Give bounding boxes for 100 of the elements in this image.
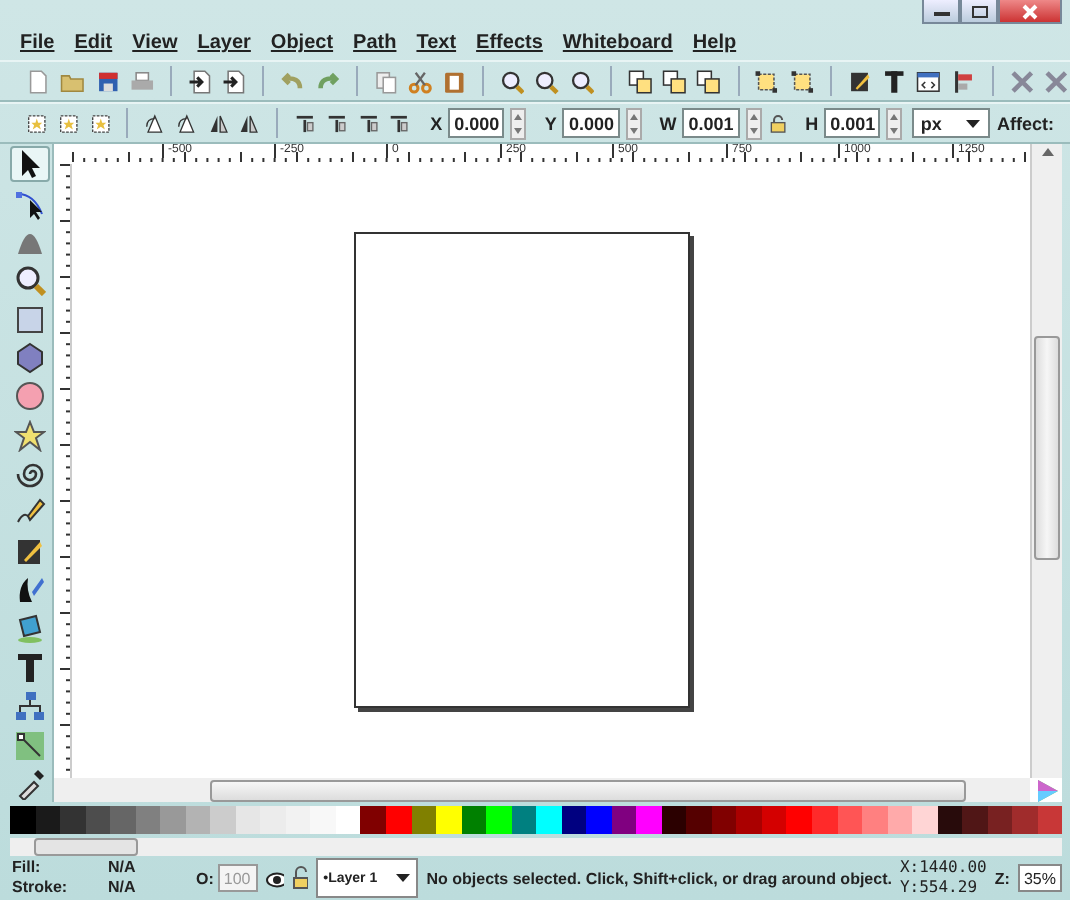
menu-item[interactable]: Whiteboard — [554, 32, 685, 54]
fill-label: Fill: — [12, 858, 43, 878]
color-swatch[interactable] — [912, 806, 938, 834]
unit-dropdown[interactable]: px — [912, 108, 991, 138]
color-swatch[interactable] — [987, 806, 1013, 834]
color-swatch[interactable] — [135, 806, 161, 834]
lock-icon[interactable] — [769, 109, 786, 137]
zoom-label: Z: — [994, 869, 1010, 887]
color-swatch[interactable] — [761, 806, 787, 834]
up-arrow-icon — [749, 113, 758, 119]
color-swatch[interactable] — [736, 806, 762, 834]
color-swatch[interactable] — [711, 806, 737, 834]
color-swatch[interactable] — [611, 806, 637, 834]
menu-item[interactable]: Path — [345, 32, 409, 54]
nodes-icon[interactable] — [789, 65, 814, 97]
menu-item[interactable]: Layer — [189, 32, 263, 54]
color-swatch[interactable] — [210, 806, 236, 834]
menu-item[interactable]: Edit — [66, 32, 125, 54]
color-swatch[interactable] — [411, 806, 437, 834]
color-swatch[interactable] — [360, 806, 386, 834]
import-icon[interactable] — [187, 65, 213, 97]
number-field[interactable]: 0.001 — [682, 108, 740, 138]
bucket-icon — [14, 612, 46, 645]
color-swatch[interactable] — [837, 806, 863, 834]
color-management-icon[interactable] — [1035, 779, 1057, 801]
down-arrow-icon — [514, 127, 523, 133]
color-swatch[interactable] — [887, 806, 913, 834]
color-swatch[interactable] — [335, 806, 361, 834]
text-icon[interactable] — [881, 65, 907, 97]
color-swatch[interactable] — [962, 806, 988, 834]
color-swatch[interactable] — [235, 806, 261, 834]
color-swatch[interactable] — [160, 806, 186, 834]
connector-icon — [14, 690, 46, 723]
color-swatch[interactable] — [586, 806, 612, 834]
number-field[interactable]: 0.000 — [448, 108, 505, 138]
group-icon[interactable] — [662, 65, 687, 97]
color-swatch[interactable] — [636, 806, 662, 834]
scroll-up-icon[interactable] — [1041, 148, 1053, 156]
menu-item[interactable]: Object — [262, 32, 346, 54]
number-field[interactable]: 0.000 — [562, 108, 620, 138]
spin-button[interactable] — [625, 107, 642, 139]
spin-button[interactable] — [510, 107, 527, 139]
color-swatch[interactable] — [937, 806, 963, 834]
fill-value: N/A — [108, 858, 138, 878]
color-swatch[interactable] — [862, 806, 888, 834]
close-button[interactable] — [998, 0, 1062, 24]
number-field[interactable]: 0.001 — [824, 108, 881, 138]
spin-button[interactable] — [886, 107, 903, 139]
color-swatch[interactable] — [436, 806, 462, 834]
color-swatch[interactable] — [285, 806, 311, 834]
affect-label: Affect: — [997, 113, 1056, 133]
color-swatch[interactable] — [486, 806, 512, 834]
tool-button[interactable] — [10, 146, 50, 183]
menu-item[interactable]: View — [124, 32, 190, 54]
color-swatch[interactable] — [10, 806, 36, 834]
cube-icon — [14, 341, 46, 374]
color-swatch[interactable] — [185, 806, 211, 834]
menu-item[interactable]: File — [12, 32, 67, 54]
color-swatch[interactable] — [461, 806, 487, 834]
spin-button[interactable] — [745, 107, 762, 139]
color-swatch[interactable] — [511, 806, 537, 834]
color-swatch[interactable] — [110, 806, 136, 834]
color-swatch[interactable] — [786, 806, 812, 834]
color-swatch[interactable] — [385, 806, 411, 834]
maximize-button[interactable] — [960, 0, 998, 24]
minimize-button[interactable] — [922, 0, 960, 24]
color-swatch[interactable] — [310, 806, 336, 834]
menu-item[interactable]: Effects — [468, 32, 555, 54]
color-swatch[interactable] — [60, 806, 86, 834]
eye-icon[interactable] — [265, 869, 285, 887]
group-icon[interactable] — [696, 65, 722, 97]
color-swatch[interactable] — [561, 806, 587, 834]
field-label: H — [805, 113, 819, 133]
zoom-field[interactable]: 35% — [1017, 864, 1062, 892]
color-swatch[interactable] — [35, 806, 61, 834]
color-swatch[interactable] — [1037, 806, 1063, 834]
export-icon[interactable] — [222, 65, 247, 97]
color-swatch[interactable] — [536, 806, 562, 834]
align-icon[interactable] — [951, 65, 976, 97]
menu-item[interactable]: Help — [684, 32, 749, 54]
color-swatch[interactable] — [812, 806, 838, 834]
up-arrow-icon — [890, 113, 899, 119]
horizontal-scrollbar[interactable] — [54, 778, 1030, 802]
color-swatch[interactable] — [661, 806, 687, 834]
color-swatch[interactable] — [686, 806, 712, 834]
group-icon[interactable] — [627, 65, 653, 97]
minimize-icon — [933, 7, 949, 15]
new-document-icon[interactable] — [26, 65, 51, 97]
color-swatch[interactable] — [1012, 806, 1038, 834]
color-swatch[interactable] — [260, 806, 286, 834]
tool-button[interactable] — [10, 688, 50, 725]
nodes-icon[interactable] — [754, 65, 780, 97]
tool-button[interactable] — [10, 726, 50, 764]
unlocked-icon[interactable] — [292, 866, 308, 890]
vertical-scrollbar[interactable] — [1030, 144, 1062, 778]
palette-scrollbar[interactable] — [10, 838, 1062, 856]
down-arrow-icon — [629, 127, 638, 133]
caret-icon — [966, 119, 981, 127]
menu-item[interactable]: Text — [408, 32, 469, 54]
color-swatch[interactable] — [85, 806, 111, 834]
